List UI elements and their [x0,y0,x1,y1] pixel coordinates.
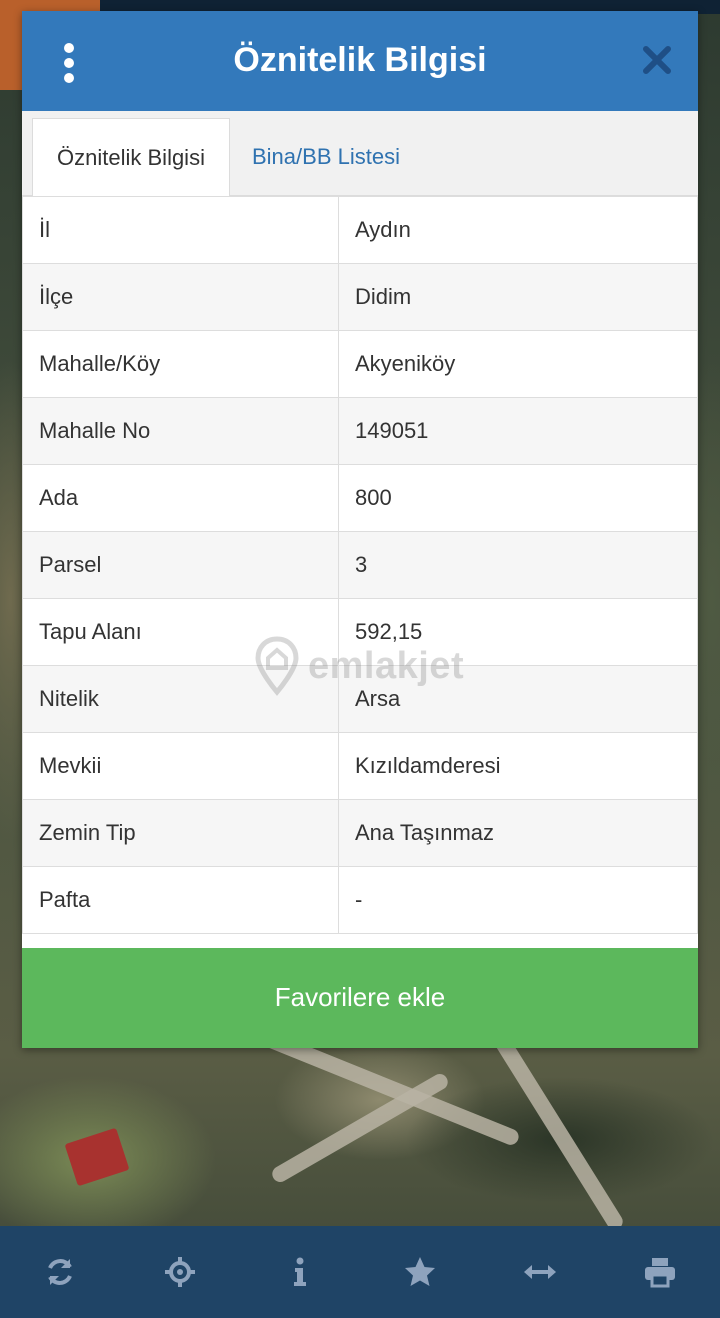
attribute-key: Zemin Tip [22,799,339,867]
table-row: Mevkii Kızıldamderesi [22,732,698,800]
star-icon [405,1257,435,1286]
attribute-key: Pafta [22,866,339,934]
tabs-bar: Öznitelik Bilgisi Bina/BB Listesi [22,111,698,196]
table-row: İlçe Didim [22,263,698,331]
vertical-dots-menu-icon[interactable] [58,43,80,83]
table-row: Ada 800 [22,464,698,532]
table-row: Mahalle No 149051 [22,397,698,465]
dialog-title: Öznitelik Bilgisi [233,41,487,79]
favorites-button[interactable] [390,1242,450,1302]
info-button[interactable] [270,1242,330,1302]
attribute-value: Didim [338,263,698,331]
info-icon [294,1257,306,1286]
attribute-key: İlçe [22,263,339,331]
attribute-value: Aydın [338,196,698,264]
attribute-key: Mahalle/Köy [22,330,339,398]
refresh-button[interactable] [30,1242,90,1302]
attribute-value: 800 [338,464,698,532]
printer-icon [645,1258,675,1288]
attribute-dialog: Öznitelik Bilgisi Öznitelik Bilgisi Bina… [22,11,698,1048]
attribute-key: Mevkii [22,732,339,800]
attribute-key: Parsel [22,531,339,599]
watermark-text: emlakjet [308,644,465,687]
tab-attribute-info[interactable]: Öznitelik Bilgisi [32,118,230,196]
table-row: Mahalle/Köy Akyeniköy [22,330,698,398]
bottom-toolbar [0,1226,720,1318]
watermark: emlakjet [254,631,464,701]
tab-building-list[interactable]: Bina/BB Listesi [234,118,418,195]
attribute-value: Ana Taşınmaz [338,799,698,867]
table-row: Pafta - [22,866,698,934]
location-pin-icon [255,636,299,696]
add-to-favorites-button[interactable]: Favorilere ekle [22,948,698,1048]
refresh-icon [48,1259,72,1285]
attribute-value: 3 [338,531,698,599]
attribute-value: Kızıldamderesi [338,732,698,800]
attribute-value: - [338,866,698,934]
dialog-header: Öznitelik Bilgisi [22,11,698,111]
crosshair-icon [165,1257,195,1287]
attribute-key: İl [22,196,339,264]
horizontal-arrows-icon [524,1265,556,1279]
close-icon[interactable] [640,43,674,77]
measure-button[interactable] [510,1242,570,1302]
print-button[interactable] [630,1242,690,1302]
attribute-table: İl Aydın İlçe Didim Mahalle/Köy Akyeniköy Maha… [22,196,698,934]
locate-button[interactable] [150,1242,210,1302]
table-row: Zemin Tip Ana Taşınmaz [22,799,698,867]
table-row: İl Aydın [22,196,698,264]
attribute-value: Akyeniköy [338,330,698,398]
attribute-value: 149051 [338,397,698,465]
attribute-key: Ada [22,464,339,532]
table-row: Parsel 3 [22,531,698,599]
attribute-key: Mahalle No [22,397,339,465]
